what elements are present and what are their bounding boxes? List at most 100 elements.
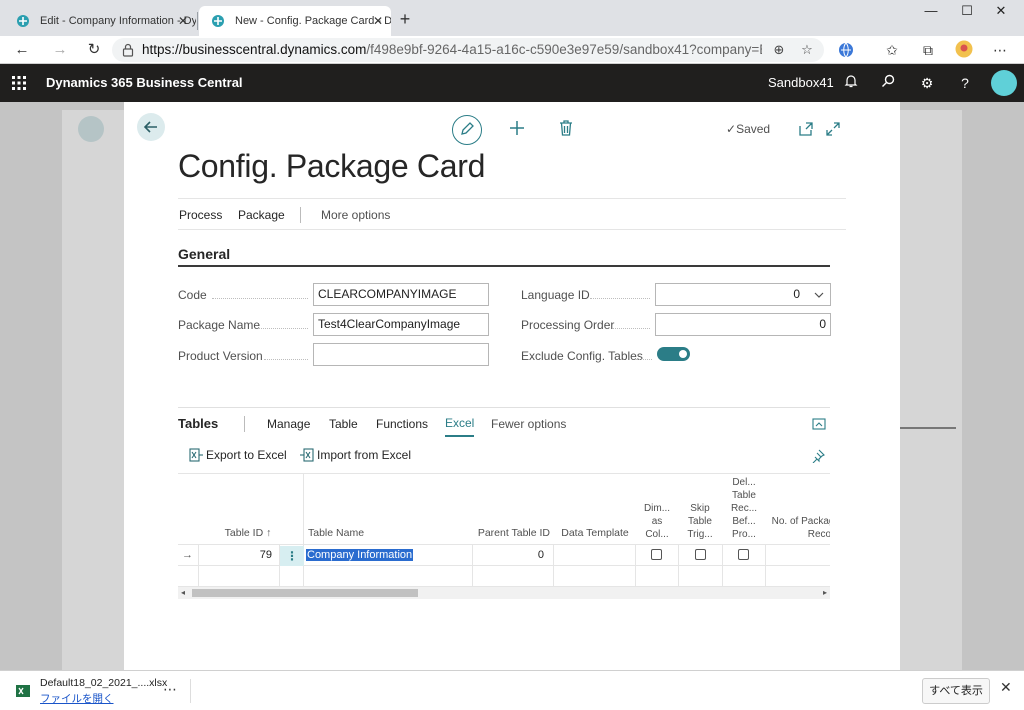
tab-close-icon[interactable]: ✕ (178, 6, 188, 36)
scroll-left-icon[interactable]: ◂ (181, 588, 185, 597)
action-package[interactable]: Package (238, 199, 285, 231)
url-field[interactable]: https://businesscentral.dynamics.com/f49… (112, 38, 824, 62)
show-all-downloads-button[interactable]: すべて表示 (922, 678, 990, 704)
profile-icon[interactable] (954, 40, 974, 60)
forward-arrow-icon[interactable]: → (48, 38, 72, 62)
expand-icon[interactable] (825, 121, 841, 137)
search-icon[interactable] (879, 74, 897, 92)
tab-manage[interactable]: Manage (267, 410, 310, 438)
code-label: Code (178, 288, 207, 302)
code-field[interactable]: CLEARCOMPANYIMAGE (313, 283, 489, 306)
scrollbar-thumb[interactable] (192, 589, 418, 597)
field-dots (612, 328, 650, 329)
window-close-icon[interactable]: ✕ (978, 0, 1024, 24)
save-status: ✓Saved (726, 122, 770, 136)
more-vertical-icon: ⋮ (286, 549, 298, 563)
back-button[interactable] (137, 113, 165, 141)
browser-tab-config-package[interactable]: New - Config. Package Card - Dy ✕ (199, 6, 391, 36)
action-process[interactable]: Process (179, 199, 222, 231)
new-tab-icon[interactable]: + (394, 8, 416, 30)
cell-no-of-package-records[interactable]: 0 (768, 545, 831, 565)
grid-vline (303, 474, 304, 587)
settings-gear-icon[interactable]: ⚙ (918, 74, 936, 92)
tab-close-icon[interactable]: ✕ (373, 6, 383, 36)
header-line: Trig... (687, 529, 713, 540)
action-more-options[interactable]: More options (321, 199, 390, 231)
collections-icon[interactable]: ⧉ (918, 40, 938, 60)
cell-table-id[interactable]: 79 (200, 545, 272, 565)
header-line: Table (688, 516, 712, 527)
favorites-icon[interactable]: ✩ (882, 40, 902, 60)
delete-trash-icon[interactable] (558, 119, 574, 137)
background-divider (900, 427, 956, 429)
header-data-template[interactable]: Data Template (556, 527, 634, 540)
page-title: Config. Package Card (178, 148, 486, 184)
header-no-of-package-records[interactable]: No. of Package Record (768, 515, 830, 541)
product-version-label: Product Version (178, 349, 263, 363)
header-table-name[interactable]: Table Name (308, 527, 364, 540)
download-more-icon[interactable]: ⋯ (163, 681, 177, 698)
action-divider (300, 207, 301, 223)
package-name-field[interactable]: Test4ClearCompanyImage (313, 313, 489, 336)
header-line: Pro... (732, 529, 756, 540)
background-back-icon (78, 116, 104, 142)
cell-parent-table-id[interactable]: 0 (474, 545, 544, 565)
pin-icon[interactable] (811, 449, 825, 463)
language-id-field[interactable]: 0 (655, 283, 831, 306)
selected-table-name: Company Information (306, 549, 414, 561)
header-skip-table-trig[interactable]: Skip Table Trig... (680, 502, 720, 541)
exclude-config-tables-toggle[interactable] (657, 347, 690, 361)
add-site-icon[interactable]: ⊕ (770, 41, 788, 59)
tab-functions[interactable]: Functions (376, 410, 428, 438)
product-version-field[interactable] (313, 343, 489, 366)
favorite-star-icon[interactable]: ☆ (798, 41, 816, 59)
help-icon[interactable]: ? (956, 74, 974, 92)
excel-import-icon (300, 448, 314, 462)
checkbox-skip-table-trig[interactable] (695, 549, 706, 560)
download-filename[interactable]: Default18_02_2021_....xlsx (40, 677, 167, 689)
cell-table-name[interactable]: Company Information (306, 545, 414, 565)
horizontal-scrollbar[interactable]: ◂ ▸ (178, 587, 830, 599)
expand-part-icon[interactable] (812, 417, 826, 431)
more-menu-icon[interactable]: ⋯ (990, 40, 1010, 60)
import-from-excel-button[interactable]: Import from Excel (300, 448, 411, 462)
header-line: Dim... (643, 503, 671, 514)
tables-title[interactable]: Tables (178, 410, 218, 438)
notification-bell-icon[interactable] (842, 74, 860, 92)
open-new-window-icon[interactable] (798, 121, 814, 137)
user-avatar[interactable] (991, 70, 1017, 96)
header-table-id[interactable]: Table ID ↑ (218, 527, 278, 540)
scroll-right-icon[interactable]: ▸ (823, 588, 827, 597)
field-dots (212, 298, 308, 299)
header-dim-as-col[interactable]: Dim... as Col... (637, 502, 677, 541)
checkbox-del-table-rec[interactable] (738, 549, 749, 560)
tables-grid: Table ID ↑ Table Name Parent Table ID Da… (178, 473, 830, 587)
back-arrow-icon[interactable]: ← (10, 38, 34, 62)
export-to-excel-button[interactable]: Export to Excel (189, 448, 287, 462)
app-launcher-icon[interactable] (12, 76, 26, 90)
tab-fewer-options[interactable]: Fewer options (491, 410, 566, 438)
field-dots (264, 359, 308, 360)
reload-icon[interactable]: ↻ (82, 38, 106, 62)
browser-tab-title: Edit - Company Information - Dy (40, 15, 196, 27)
check-icon: ✓ (726, 122, 737, 136)
tab-divider (197, 12, 198, 30)
browser-tab-edit-company[interactable]: Edit - Company Information - Dy ✕ (4, 6, 196, 36)
tab-table[interactable]: Table (329, 410, 358, 438)
browser-tab-strip: Edit - Company Information - Dy ✕ New - … (0, 0, 1024, 36)
edit-button[interactable] (452, 115, 482, 145)
row-actions-button[interactable]: ⋮ (280, 546, 304, 566)
tab-excel[interactable]: Excel (445, 411, 475, 437)
general-section-title[interactable]: General (178, 246, 230, 262)
excel-export-icon (189, 448, 203, 462)
checkbox-dim-as-col[interactable] (651, 549, 662, 560)
header-del-table-rec[interactable]: Del... Table Rec... Bef... Pro... (724, 476, 764, 541)
open-file-link[interactable]: ファイルを開く (40, 691, 114, 706)
chevron-down-icon[interactable] (814, 290, 824, 300)
download-bar-close-icon[interactable]: ✕ (1000, 679, 1012, 696)
header-parent-table-id[interactable]: Parent Table ID (474, 527, 550, 540)
processing-order-field[interactable]: 0 (655, 313, 831, 336)
extension-globe-icon[interactable] (836, 40, 856, 60)
new-button-plus-icon[interactable] (508, 119, 526, 137)
save-status-text: Saved (736, 122, 771, 136)
